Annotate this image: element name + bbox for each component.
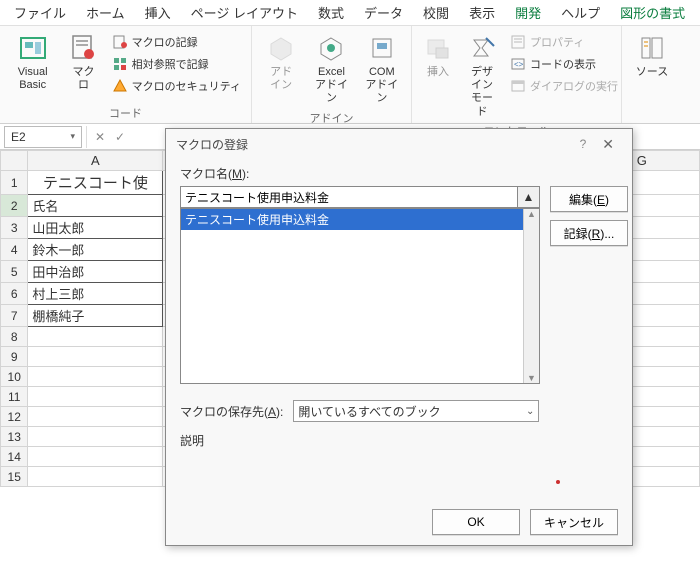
cell[interactable]: 田中治郎	[28, 261, 163, 283]
menu-home[interactable]: ホーム	[76, 0, 135, 26]
name-box[interactable]: E2 ▾	[4, 126, 82, 148]
menu-file[interactable]: ファイル	[4, 0, 76, 26]
record-icon	[112, 34, 128, 50]
relative-icon	[112, 56, 128, 72]
dialog-title: マクロの登録	[176, 136, 248, 153]
macro-location-label: マクロの保存先(A):	[180, 403, 283, 420]
com-addins-button[interactable]: COM アドイン	[359, 30, 405, 108]
row-header[interactable]: 15	[1, 467, 28, 487]
dialog-icon	[510, 78, 526, 94]
col-header-a[interactable]: A	[28, 151, 163, 171]
design-mode-button[interactable]: デザイン モード	[462, 30, 502, 121]
menu-developer[interactable]: 開発	[505, 0, 551, 26]
menu-bar: ファイル ホーム 挿入 ページ レイアウト 数式 データ 校閲 表示 開発 ヘル…	[0, 0, 700, 26]
macro-security-button[interactable]: マクロのセキュリティ	[108, 76, 245, 96]
scroll-down-icon[interactable]: ▼	[527, 373, 536, 383]
addin-icon	[265, 32, 297, 64]
macro-location-select[interactable]: 開いているすべてのブック ⌄	[293, 400, 539, 422]
code-icon: <>	[510, 56, 526, 72]
cell[interactable]: 氏名	[28, 195, 163, 217]
macros-button[interactable]: マクロ	[63, 30, 103, 94]
com-addin-icon	[366, 32, 398, 64]
cell[interactable]: 村上三郎	[28, 283, 163, 305]
record-macro-button[interactable]: マクロの記録	[108, 32, 245, 52]
properties-icon	[510, 34, 526, 50]
excel-addins-button[interactable]: Excel アドイン	[308, 30, 354, 108]
formula-bar-buttons: ✕ ✓	[86, 126, 133, 148]
macro-list[interactable]: テニスコート使用申込料金 ▲▼	[180, 208, 540, 384]
svg-text:<>: <>	[514, 60, 524, 69]
row-header[interactable]: 5	[1, 261, 28, 283]
excel-addin-icon	[315, 32, 347, 64]
close-button[interactable]: ✕	[594, 136, 622, 153]
ribbon: Visual Basic マクロ マクロの記録 相対参照で記録 マクロのセキュリ…	[0, 26, 700, 124]
ok-button[interactable]: OK	[432, 509, 520, 535]
row-header[interactable]: 1	[1, 171, 28, 195]
insert-control-button[interactable]: 挿入	[418, 30, 458, 81]
menu-shape-format[interactable]: 図形の書式	[610, 0, 695, 26]
ribbon-group-code-label: コード	[6, 103, 245, 121]
menu-insert[interactable]: 挿入	[135, 0, 181, 26]
menu-page-layout[interactable]: ページ レイアウト	[181, 0, 308, 26]
vb-icon	[17, 32, 49, 64]
cell[interactable]: テニスコート使	[28, 171, 163, 195]
menu-review[interactable]: 校閲	[413, 0, 459, 26]
menu-data[interactable]: データ	[354, 0, 413, 26]
scrollbar[interactable]: ▲▼	[523, 209, 539, 383]
cell[interactable]: 棚橋純子	[28, 305, 163, 327]
macro-list-item[interactable]: テニスコート使用申込料金	[181, 209, 539, 230]
properties-button[interactable]: プロパティ	[506, 32, 622, 52]
confirm-formula-icon[interactable]: ✓	[111, 130, 129, 144]
select-all-corner[interactable]	[1, 151, 28, 171]
row-header[interactable]: 12	[1, 407, 28, 427]
row-header[interactable]: 13	[1, 427, 28, 447]
cell[interactable]: 山田太郎	[28, 217, 163, 239]
source-button[interactable]: ソース	[628, 30, 676, 81]
decorative-dot	[556, 480, 560, 484]
row-header[interactable]: 14	[1, 447, 28, 467]
macro-name-input[interactable]	[180, 186, 518, 208]
row-header[interactable]: 6	[1, 283, 28, 305]
ribbon-group-addins-label: アドイン	[258, 108, 405, 126]
row-header[interactable]: 9	[1, 347, 28, 367]
assign-macro-dialog: マクロの登録 ? ✕ マクロ名(M): ▲ テニスコート使用申込料金 ▲▼ 編集…	[165, 128, 633, 546]
scroll-up-icon[interactable]: ▲	[527, 209, 536, 219]
design-icon	[466, 32, 498, 64]
chevron-down-icon: ⌄	[526, 406, 534, 417]
cancel-button[interactable]: キャンセル	[530, 509, 618, 535]
chevron-down-icon: ▾	[70, 131, 75, 142]
help-button[interactable]: ?	[572, 137, 595, 151]
row-header[interactable]: 11	[1, 387, 28, 407]
row-header[interactable]: 8	[1, 327, 28, 347]
macros-icon	[67, 32, 99, 64]
menu-view[interactable]: 表示	[459, 0, 505, 26]
row-header[interactable]: 2	[1, 195, 28, 217]
macro-name-label: マクロ名(M):	[180, 165, 618, 182]
description-label: 説明	[180, 432, 618, 449]
row-header[interactable]: 4	[1, 239, 28, 261]
collapse-icon[interactable]: ▲	[518, 186, 540, 208]
edit-button[interactable]: 編集(E)	[550, 186, 628, 212]
view-code-button[interactable]: <>コードの表示	[506, 54, 622, 74]
menu-formulas[interactable]: 数式	[308, 0, 354, 26]
insert-icon	[422, 32, 454, 64]
security-icon	[112, 78, 128, 94]
cancel-formula-icon[interactable]: ✕	[91, 130, 109, 144]
row-header[interactable]: 3	[1, 217, 28, 239]
menu-help[interactable]: ヘルプ	[551, 0, 610, 26]
source-icon	[636, 32, 668, 64]
relative-ref-button[interactable]: 相対参照で記録	[108, 54, 245, 74]
row-header[interactable]: 7	[1, 305, 28, 327]
cell[interactable]: 鈴木一郎	[28, 239, 163, 261]
row-header[interactable]: 10	[1, 367, 28, 387]
run-dialog-button[interactable]: ダイアログの実行	[506, 76, 622, 96]
visual-basic-button[interactable]: Visual Basic	[6, 30, 59, 94]
addins-button[interactable]: アド イン	[258, 30, 304, 94]
record-button[interactable]: 記録(R)...	[550, 220, 628, 246]
cell[interactable]	[28, 327, 163, 347]
